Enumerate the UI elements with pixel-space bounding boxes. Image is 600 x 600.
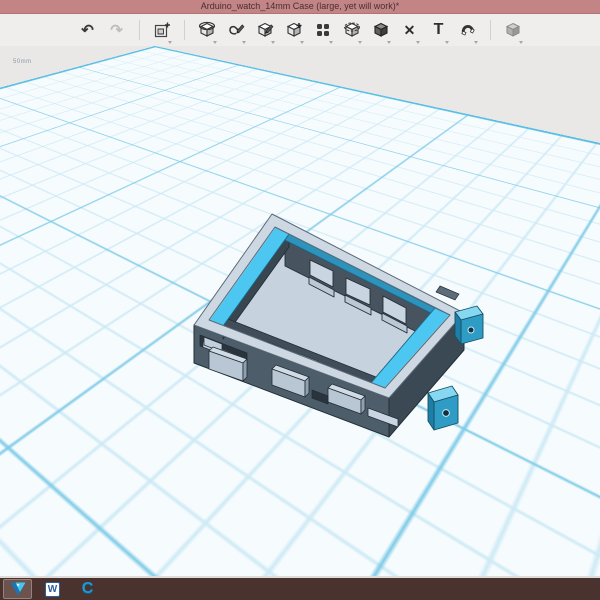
taskbar-word-button[interactable]: W xyxy=(38,579,67,599)
construct-icon xyxy=(286,22,301,37)
c-app-icon: C xyxy=(81,580,94,597)
word-icon: W xyxy=(45,581,60,597)
dropdown-caret xyxy=(212,40,217,44)
window-title: Arduino_watch_14mm Case (large, yet will… xyxy=(200,1,400,11)
dropdown-caret xyxy=(241,40,246,44)
dropdown-caret xyxy=(299,40,304,44)
insert-primitive-button[interactable] xyxy=(149,17,175,44)
magnet-icon xyxy=(460,25,475,36)
grid-plane xyxy=(0,46,155,482)
design-app-icon xyxy=(10,582,25,596)
combine-button[interactable] xyxy=(368,17,394,44)
taskbar-design-app-button[interactable] xyxy=(3,579,32,599)
material-view-button[interactable] xyxy=(500,17,526,44)
dropdown-caret xyxy=(328,40,333,44)
sketch-button[interactable] xyxy=(223,17,249,44)
dropdown-caret xyxy=(518,40,523,44)
toolbar-separator xyxy=(489,20,491,40)
combine-icon xyxy=(373,22,388,37)
edit-solid-button[interactable] xyxy=(252,17,278,44)
workplane-grid xyxy=(0,46,600,576)
redo-icon: ↷ xyxy=(110,21,123,39)
delete-icon: ✕ xyxy=(403,22,416,38)
pattern-button[interactable] xyxy=(310,17,336,44)
text-tool-icon: T xyxy=(433,21,444,38)
toolbar-separator xyxy=(138,20,140,40)
dropdown-caret xyxy=(386,40,391,44)
text-button[interactable]: T xyxy=(426,17,452,44)
transform-icon xyxy=(198,21,215,37)
dropdown-caret xyxy=(473,40,478,44)
toolbar-separator xyxy=(183,20,185,40)
dropdown-caret xyxy=(270,40,275,44)
undo-icon: ↶ xyxy=(81,21,94,39)
material-cube-icon xyxy=(505,22,520,37)
transform-button[interactable] xyxy=(194,17,220,44)
delete-button[interactable]: ✕ xyxy=(397,17,423,44)
dropdown-caret xyxy=(415,40,420,44)
redo-button[interactable]: ↷ xyxy=(104,17,130,44)
grid-scale-label: 50mm xyxy=(13,59,32,65)
viewport-3d[interactable]: 50mm xyxy=(0,46,600,576)
undo-button[interactable]: ↶ xyxy=(75,17,101,44)
dropdown-caret xyxy=(167,40,172,44)
sketch-icon xyxy=(228,24,244,35)
dropdown-caret xyxy=(444,40,449,44)
snap-button[interactable] xyxy=(455,17,481,44)
edit-solid-icon xyxy=(257,22,273,37)
construct-button[interactable] xyxy=(281,17,307,44)
taskbar: W C xyxy=(0,576,600,600)
group-icon xyxy=(343,22,360,37)
dropdown-caret xyxy=(357,40,362,44)
main-toolbar: ↶ ↷ ✕ T xyxy=(0,14,600,47)
pattern-icon xyxy=(316,24,329,36)
insert-primitive-icon xyxy=(154,22,170,38)
group-button[interactable] xyxy=(339,17,365,44)
window-title-bar[interactable]: Arduino_watch_14mm Case (large, yet will… xyxy=(0,0,600,14)
taskbar-c-app-button[interactable]: C xyxy=(73,579,102,599)
